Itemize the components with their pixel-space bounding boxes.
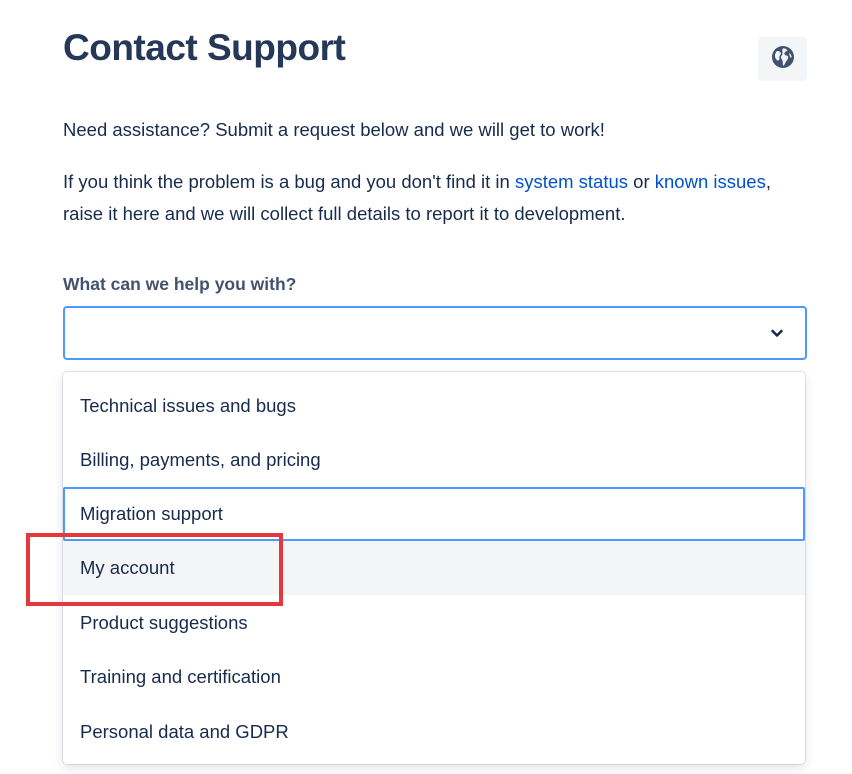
contact-support-page: Contact Support Need assistance? Submit … bbox=[0, 0, 852, 774]
request-type-select[interactable] bbox=[63, 306, 807, 360]
page-title: Contact Support bbox=[63, 27, 346, 68]
option-migration-support[interactable]: Migration support bbox=[63, 487, 805, 541]
option-personal-data[interactable]: Personal data and GDPR bbox=[63, 705, 805, 759]
known-issues-link[interactable]: known issues bbox=[655, 171, 766, 192]
globe-icon bbox=[771, 45, 795, 74]
language-button[interactable] bbox=[758, 37, 807, 81]
request-type-menu: Technical issues and bugs Billing, payme… bbox=[63, 372, 805, 764]
bug-notice: If you think the problem is a bug and yo… bbox=[63, 166, 803, 230]
request-type-label: What can we help you with? bbox=[63, 274, 297, 294]
option-training[interactable]: Training and certification bbox=[63, 650, 805, 704]
bug-notice-before: If you think the problem is a bug and yo… bbox=[63, 171, 515, 192]
system-status-link[interactable]: system status bbox=[515, 171, 628, 192]
intro-text: Need assistance? Submit a request below … bbox=[63, 119, 605, 140]
option-technical-issues[interactable]: Technical issues and bugs bbox=[63, 379, 805, 433]
option-product-suggestions[interactable]: Product suggestions bbox=[63, 596, 805, 650]
option-my-account[interactable]: My account bbox=[63, 541, 805, 595]
option-billing[interactable]: Billing, payments, and pricing bbox=[63, 433, 805, 487]
bug-notice-middle: or bbox=[628, 171, 655, 192]
chevron-down-icon bbox=[769, 325, 785, 341]
